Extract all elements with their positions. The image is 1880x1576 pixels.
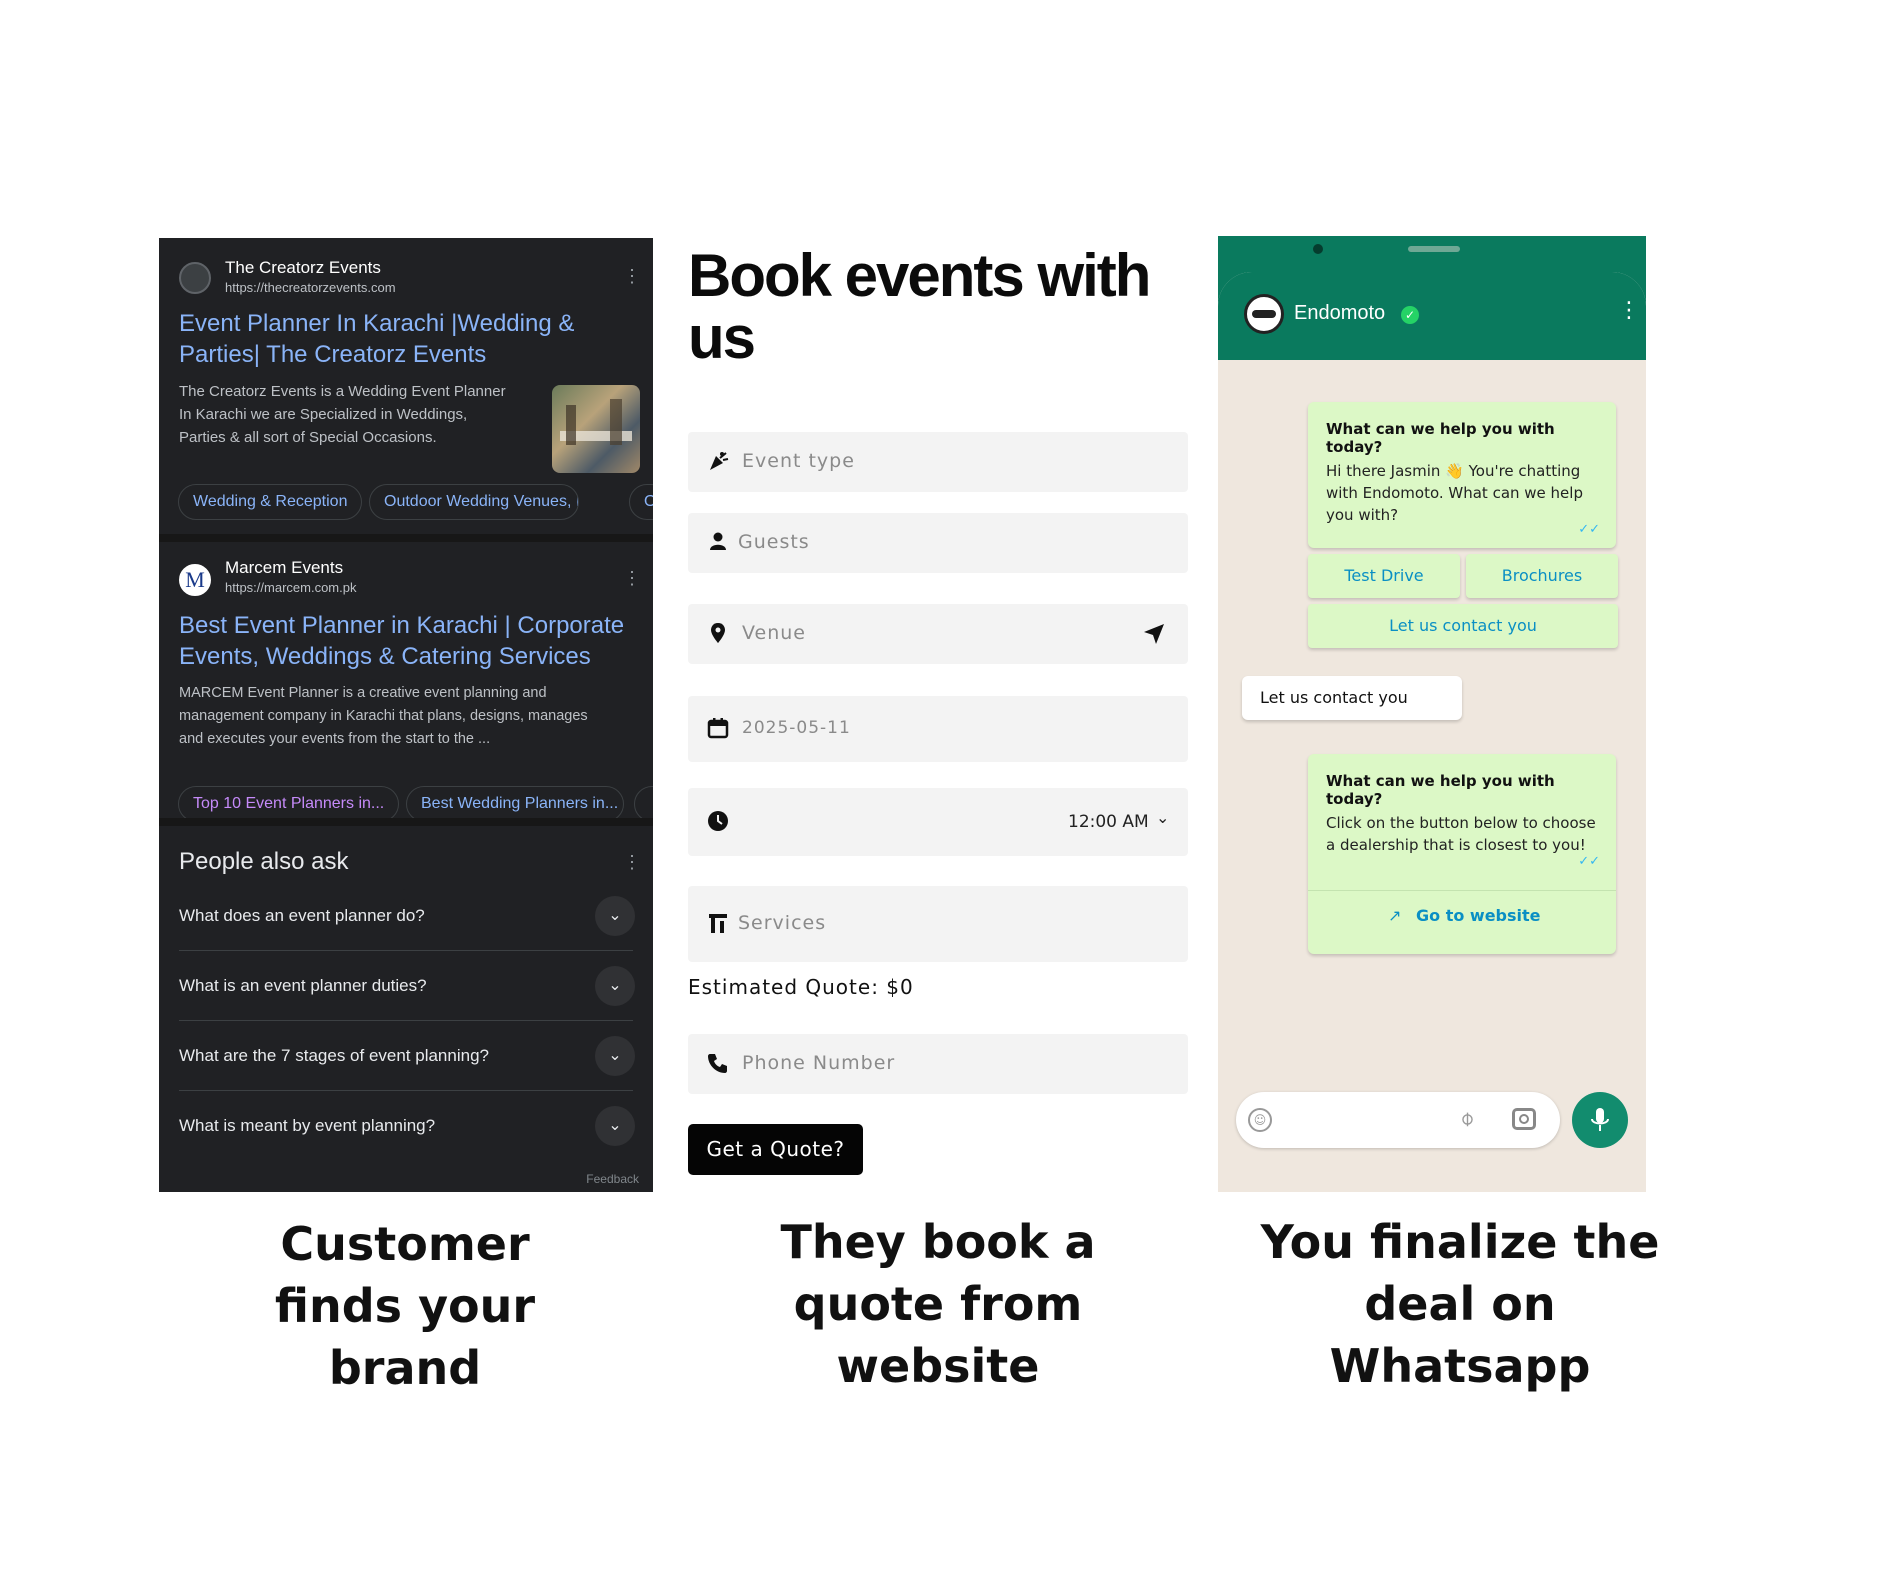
- caption-step-3: You finalize the deal on Whatsapp: [1260, 1215, 1660, 1393]
- site-name: Marcem Events: [225, 558, 344, 577]
- chevron-down-icon[interactable]: ⌄: [595, 1036, 635, 1076]
- services-placeholder: Services: [738, 912, 827, 934]
- message-heading: What can we help you with today?: [1326, 420, 1555, 456]
- services-icon: [706, 912, 730, 936]
- contact-name[interactable]: Endomoto: [1294, 302, 1385, 325]
- go-to-website-button[interactable]: Go to website: [1416, 906, 1541, 925]
- site-favicon: M: [179, 564, 211, 596]
- more-options-icon[interactable]: ⋮: [1618, 298, 1640, 323]
- message-bubble: What can we help you with today? Click o…: [1308, 754, 1616, 954]
- caption-step-1: Customer finds your brand: [274, 1217, 536, 1395]
- result-snippet: MARCEM Event Planner is a creative event…: [179, 685, 588, 747]
- chevron-down-icon[interactable]: ⌄: [1156, 808, 1169, 827]
- related-chip[interactable]: Wedding & Reception: [178, 484, 363, 520]
- result-title[interactable]: Best Event Planner in Karachi | Corporat…: [179, 610, 629, 672]
- chevron-down-icon[interactable]: ⌄: [595, 966, 635, 1006]
- divider: [179, 950, 633, 951]
- phone-icon: [706, 1052, 730, 1076]
- form-title: Book events with us: [688, 242, 1151, 371]
- reply-bubble: Let us contact you: [1242, 676, 1462, 720]
- venue-placeholder: Venue: [742, 622, 806, 644]
- locate-arrow-icon[interactable]: [1142, 622, 1166, 646]
- verified-icon: ✓: [1401, 306, 1419, 324]
- more-options-icon[interactable]: ⋮: [623, 852, 641, 873]
- mic-icon: [1591, 1108, 1609, 1131]
- whatsapp-phone: Endomoto ✓ ⋮ What can we help you with t…: [1218, 236, 1646, 1192]
- result-title[interactable]: Event Planner In Karachi |Wedding & Part…: [179, 308, 579, 370]
- read-ticks-icon: ✓✓: [1578, 854, 1600, 869]
- related-chip[interactable]: Best Wedding Planners in...: [406, 786, 624, 822]
- message-bubble: What can we help you with today? Hi ther…: [1308, 402, 1616, 548]
- guests-placeholder: Guests: [738, 531, 810, 553]
- chat-header: Endomoto ✓ ⋮: [1218, 272, 1646, 360]
- more-options-icon[interactable]: ⋮: [623, 266, 641, 287]
- mic-button[interactable]: [1572, 1092, 1628, 1148]
- divider: [159, 534, 653, 542]
- services-field[interactable]: Services: [688, 886, 1188, 962]
- message-input[interactable]: ☺ ⌀: [1236, 1092, 1560, 1148]
- site-name: The Creatorz Events: [225, 258, 381, 277]
- location-pin-icon: [706, 622, 730, 646]
- site-url[interactable]: https://thecreatorzevents.com: [225, 280, 396, 295]
- paa-question[interactable]: What is meant by event planning?: [179, 1116, 435, 1136]
- calendar-icon: [706, 717, 730, 741]
- person-icon: [706, 531, 730, 555]
- date-field[interactable]: 2025-05-11: [688, 696, 1188, 762]
- message-body: Hi there Jasmin 👋 You're chatting with E…: [1326, 462, 1583, 524]
- more-options-icon[interactable]: ⋮: [623, 568, 641, 589]
- attach-icon[interactable]: ⌀: [1453, 1105, 1478, 1130]
- caption-step-2: They book a quote from website: [780, 1215, 1096, 1393]
- brochures-button[interactable]: Brochures: [1466, 554, 1618, 598]
- related-chip-overflow[interactable]: [634, 786, 653, 822]
- related-chip-overflow[interactable]: O: [629, 484, 653, 520]
- emoji-icon[interactable]: ☺: [1248, 1108, 1272, 1132]
- time-field[interactable]: 12:00 AM ⌄: [688, 788, 1188, 856]
- get-quote-button[interactable]: Get a Quote?: [688, 1124, 863, 1175]
- chat-screen: Endomoto ✓ ⋮ What can we help you with t…: [1218, 272, 1646, 1192]
- result-snippet: The Creatorz Events is a Wedding Event P…: [179, 383, 506, 446]
- time-value: 12:00 AM: [1068, 812, 1149, 832]
- phone-placeholder: Phone Number: [742, 1052, 896, 1074]
- feedback-link[interactable]: Feedback: [586, 1172, 639, 1186]
- guests-field[interactable]: Guests: [688, 513, 1188, 573]
- test-drive-button[interactable]: Test Drive: [1308, 554, 1460, 598]
- divider: [179, 1090, 633, 1091]
- camera-icon[interactable]: [1512, 1108, 1536, 1130]
- venue-field[interactable]: Venue: [688, 604, 1188, 664]
- contact-us-button[interactable]: Let us contact you: [1308, 604, 1618, 648]
- message-body: Click on the button below to choose a de…: [1326, 814, 1596, 854]
- event-type-placeholder: Event type: [742, 450, 855, 472]
- read-ticks-icon: ✓✓: [1578, 522, 1600, 537]
- chevron-down-icon[interactable]: ⌄: [595, 1106, 635, 1146]
- paa-question[interactable]: What is an event planner duties?: [179, 976, 427, 996]
- external-link-icon: ↗: [1388, 906, 1402, 925]
- paa-question[interactable]: What does an event planner do?: [179, 906, 425, 926]
- search-results-panel: The Creatorz Events https://thecreatorze…: [159, 238, 653, 1192]
- site-url[interactable]: https://marcem.com.pk: [225, 580, 356, 595]
- message-heading: What can we help you with today?: [1326, 772, 1555, 808]
- clock-icon: [706, 810, 730, 834]
- divider: [179, 1020, 633, 1021]
- reply-text: Let us contact you: [1260, 688, 1408, 707]
- date-value: 2025-05-11: [742, 718, 851, 738]
- divider: [159, 818, 653, 826]
- speaker-grille: [1408, 246, 1460, 252]
- divider: [1308, 890, 1616, 891]
- phone-field[interactable]: Phone Number: [688, 1034, 1188, 1094]
- avatar[interactable]: [1244, 294, 1284, 334]
- camera-dot: [1313, 244, 1323, 254]
- site-favicon: [179, 262, 211, 294]
- estimated-quote: Estimated Quote: $0: [688, 975, 914, 999]
- search-result-2: M Marcem Events https://marcem.com.pk ⋮ …: [159, 542, 653, 844]
- paa-title: People also ask: [179, 848, 349, 875]
- chevron-down-icon[interactable]: ⌄: [595, 896, 635, 936]
- related-chip[interactable]: Top 10 Event Planners in...: [178, 786, 400, 822]
- search-result-1: The Creatorz Events https://thecreatorze…: [159, 238, 653, 534]
- party-popper-icon: [706, 450, 730, 474]
- event-type-field[interactable]: Event type: [688, 432, 1188, 492]
- paa-question[interactable]: What are the 7 stages of event planning?: [179, 1046, 489, 1066]
- result-thumbnail[interactable]: [552, 385, 640, 473]
- related-chip[interactable]: Outdoor Wedding Venues, In...: [369, 484, 579, 520]
- people-also-ask: People also ask ⋮ What does an event pla…: [159, 826, 653, 1192]
